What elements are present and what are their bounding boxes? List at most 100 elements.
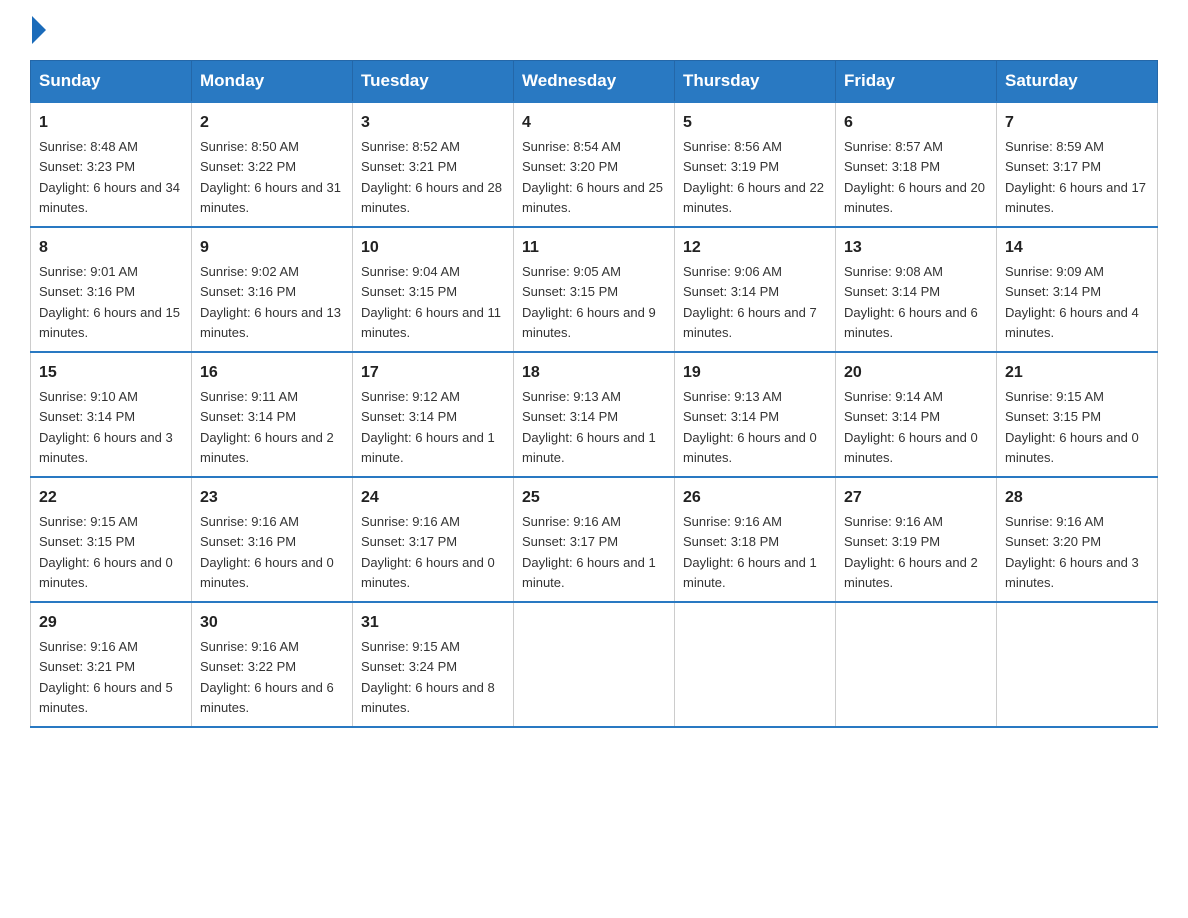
day-number: 7: [1005, 111, 1149, 135]
day-info: Sunrise: 9:15 AMSunset: 3:15 PMDaylight:…: [39, 514, 173, 590]
calendar-cell: 10 Sunrise: 9:04 AMSunset: 3:15 PMDayligh…: [353, 227, 514, 352]
day-number: 9: [200, 236, 344, 260]
calendar-cell: 24 Sunrise: 9:16 AMSunset: 3:17 PMDayligh…: [353, 477, 514, 602]
calendar-cell: 3 Sunrise: 8:52 AMSunset: 3:21 PMDaylight…: [353, 102, 514, 227]
calendar-cell: 11 Sunrise: 9:05 AMSunset: 3:15 PMDayligh…: [514, 227, 675, 352]
header-monday: Monday: [192, 61, 353, 103]
day-info: Sunrise: 9:09 AMSunset: 3:14 PMDaylight:…: [1005, 264, 1139, 340]
calendar-cell: [997, 602, 1158, 727]
calendar-cell: 20 Sunrise: 9:14 AMSunset: 3:14 PMDayligh…: [836, 352, 997, 477]
day-number: 3: [361, 111, 505, 135]
logo: [30, 20, 46, 44]
day-number: 24: [361, 486, 505, 510]
calendar-cell: 29 Sunrise: 9:16 AMSunset: 3:21 PMDayligh…: [31, 602, 192, 727]
page-header: [30, 20, 1158, 44]
calendar-cell: 25 Sunrise: 9:16 AMSunset: 3:17 PMDayligh…: [514, 477, 675, 602]
day-info: Sunrise: 9:16 AMSunset: 3:16 PMDaylight:…: [200, 514, 334, 590]
header-sunday: Sunday: [31, 61, 192, 103]
calendar-cell: 14 Sunrise: 9:09 AMSunset: 3:14 PMDayligh…: [997, 227, 1158, 352]
calendar-cell: 16 Sunrise: 9:11 AMSunset: 3:14 PMDayligh…: [192, 352, 353, 477]
calendar-cell: 23 Sunrise: 9:16 AMSunset: 3:16 PMDayligh…: [192, 477, 353, 602]
day-number: 1: [39, 111, 183, 135]
calendar-week-row: 15 Sunrise: 9:10 AMSunset: 3:14 PMDayligh…: [31, 352, 1158, 477]
calendar-cell: 1 Sunrise: 8:48 AMSunset: 3:23 PMDaylight…: [31, 102, 192, 227]
calendar-cell: 8 Sunrise: 9:01 AMSunset: 3:16 PMDaylight…: [31, 227, 192, 352]
day-number: 22: [39, 486, 183, 510]
calendar-week-row: 22 Sunrise: 9:15 AMSunset: 3:15 PMDayligh…: [31, 477, 1158, 602]
header-friday: Friday: [836, 61, 997, 103]
day-number: 16: [200, 361, 344, 385]
calendar-cell: 31 Sunrise: 9:15 AMSunset: 3:24 PMDayligh…: [353, 602, 514, 727]
day-number: 30: [200, 611, 344, 635]
calendar-cell: 21 Sunrise: 9:15 AMSunset: 3:15 PMDayligh…: [997, 352, 1158, 477]
header-thursday: Thursday: [675, 61, 836, 103]
calendar-cell: 9 Sunrise: 9:02 AMSunset: 3:16 PMDaylight…: [192, 227, 353, 352]
day-info: Sunrise: 8:54 AMSunset: 3:20 PMDaylight:…: [522, 139, 663, 215]
day-info: Sunrise: 9:08 AMSunset: 3:14 PMDaylight:…: [844, 264, 978, 340]
calendar-cell: 27 Sunrise: 9:16 AMSunset: 3:19 PMDayligh…: [836, 477, 997, 602]
day-number: 8: [39, 236, 183, 260]
day-number: 31: [361, 611, 505, 635]
day-number: 23: [200, 486, 344, 510]
day-info: Sunrise: 8:50 AMSunset: 3:22 PMDaylight:…: [200, 139, 341, 215]
calendar-cell: 22 Sunrise: 9:15 AMSunset: 3:15 PMDayligh…: [31, 477, 192, 602]
day-info: Sunrise: 9:10 AMSunset: 3:14 PMDaylight:…: [39, 389, 173, 465]
day-info: Sunrise: 9:13 AMSunset: 3:14 PMDaylight:…: [522, 389, 656, 465]
calendar-header-row: SundayMondayTuesdayWednesdayThursdayFrid…: [31, 61, 1158, 103]
day-number: 13: [844, 236, 988, 260]
day-number: 6: [844, 111, 988, 135]
day-info: Sunrise: 9:16 AMSunset: 3:19 PMDaylight:…: [844, 514, 978, 590]
calendar-table: SundayMondayTuesdayWednesdayThursdayFrid…: [30, 60, 1158, 728]
calendar-cell: 13 Sunrise: 9:08 AMSunset: 3:14 PMDayligh…: [836, 227, 997, 352]
day-info: Sunrise: 8:57 AMSunset: 3:18 PMDaylight:…: [844, 139, 985, 215]
day-info: Sunrise: 9:02 AMSunset: 3:16 PMDaylight:…: [200, 264, 341, 340]
calendar-cell: 7Sunrise: 8:59 AMSunset: 3:17 PMDaylight…: [997, 102, 1158, 227]
day-number: 17: [361, 361, 505, 385]
calendar-cell: 28Sunrise: 9:16 AMSunset: 3:20 PMDayligh…: [997, 477, 1158, 602]
calendar-cell: [836, 602, 997, 727]
header-tuesday: Tuesday: [353, 61, 514, 103]
day-number: 25: [522, 486, 666, 510]
day-info: Sunrise: 8:52 AMSunset: 3:21 PMDaylight:…: [361, 139, 502, 215]
calendar-cell: 18 Sunrise: 9:13 AMSunset: 3:14 PMDayligh…: [514, 352, 675, 477]
day-info: Sunrise: 8:48 AMSunset: 3:23 PMDaylight:…: [39, 139, 180, 215]
day-number: 2: [200, 111, 344, 135]
day-number: 28: [1005, 486, 1149, 510]
calendar-week-row: 8 Sunrise: 9:01 AMSunset: 3:16 PMDaylight…: [31, 227, 1158, 352]
calendar-cell: 19Sunrise: 9:13 AMSunset: 3:14 PMDayligh…: [675, 352, 836, 477]
calendar-cell: 17 Sunrise: 9:12 AMSunset: 3:14 PMDayligh…: [353, 352, 514, 477]
day-info: Sunrise: 9:16 AMSunset: 3:17 PMDaylight:…: [522, 514, 656, 590]
day-info: Sunrise: 9:05 AMSunset: 3:15 PMDaylight:…: [522, 264, 656, 340]
day-number: 29: [39, 611, 183, 635]
day-info: Sunrise: 9:15 AMSunset: 3:15 PMDaylight:…: [1005, 389, 1139, 465]
calendar-cell: 4 Sunrise: 8:54 AMSunset: 3:20 PMDaylight…: [514, 102, 675, 227]
day-info: Sunrise: 9:12 AMSunset: 3:14 PMDaylight:…: [361, 389, 495, 465]
day-number: 21: [1005, 361, 1149, 385]
calendar-cell: [514, 602, 675, 727]
calendar-cell: 2 Sunrise: 8:50 AMSunset: 3:22 PMDaylight…: [192, 102, 353, 227]
day-number: 10: [361, 236, 505, 260]
day-info: Sunrise: 9:16 AMSunset: 3:21 PMDaylight:…: [39, 639, 173, 715]
day-number: 19: [683, 361, 827, 385]
calendar-cell: 15 Sunrise: 9:10 AMSunset: 3:14 PMDayligh…: [31, 352, 192, 477]
day-info: Sunrise: 9:11 AMSunset: 3:14 PMDaylight:…: [200, 389, 334, 465]
day-info: Sunrise: 9:16 AMSunset: 3:17 PMDaylight:…: [361, 514, 495, 590]
day-info: Sunrise: 9:15 AMSunset: 3:24 PMDaylight:…: [361, 639, 495, 715]
calendar-week-row: 1 Sunrise: 8:48 AMSunset: 3:23 PMDaylight…: [31, 102, 1158, 227]
day-info: Sunrise: 9:14 AMSunset: 3:14 PMDaylight:…: [844, 389, 978, 465]
day-info: Sunrise: 9:04 AMSunset: 3:15 PMDaylight:…: [361, 264, 501, 340]
day-number: 15: [39, 361, 183, 385]
calendar-cell: 5Sunrise: 8:56 AMSunset: 3:19 PMDaylight…: [675, 102, 836, 227]
header-wednesday: Wednesday: [514, 61, 675, 103]
day-number: 11: [522, 236, 666, 260]
day-number: 18: [522, 361, 666, 385]
day-number: 27: [844, 486, 988, 510]
day-number: 14: [1005, 236, 1149, 260]
day-number: 20: [844, 361, 988, 385]
day-number: 26: [683, 486, 827, 510]
day-info: Sunrise: 9:01 AMSunset: 3:16 PMDaylight:…: [39, 264, 180, 340]
header-saturday: Saturday: [997, 61, 1158, 103]
calendar-cell: 6 Sunrise: 8:57 AMSunset: 3:18 PMDaylight…: [836, 102, 997, 227]
day-info: Sunrise: 9:16 AMSunset: 3:18 PMDaylight:…: [683, 514, 817, 590]
day-number: 4: [522, 111, 666, 135]
